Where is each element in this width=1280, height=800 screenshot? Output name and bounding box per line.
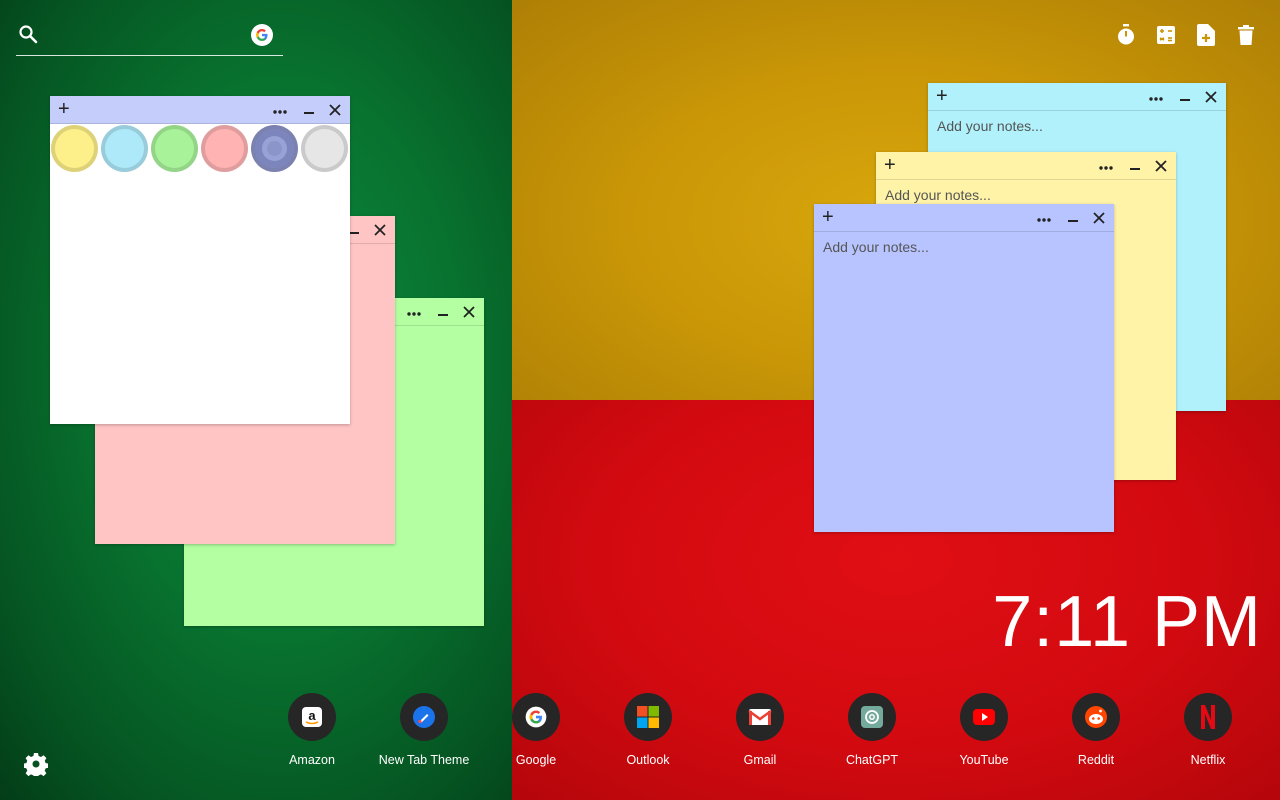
color-swatch[interactable] (101, 125, 148, 172)
minimize-icon[interactable] (438, 310, 448, 316)
google-icon (512, 693, 560, 741)
note-header: + (876, 152, 1176, 180)
chatgpt-icon (848, 693, 896, 741)
color-picker (51, 125, 348, 172)
sticky-note-lavender: + Add your notes... (814, 204, 1114, 532)
netflix-icon (1184, 693, 1232, 741)
more-options-icon[interactable] (1148, 91, 1164, 101)
svg-text:a: a (308, 708, 316, 723)
note-text-area[interactable]: Add your notes... (814, 233, 1114, 532)
shortcut-label: Outlook (626, 753, 670, 767)
search-bar (16, 20, 283, 56)
color-swatch[interactable] (251, 125, 298, 172)
shortcut-label: Google (515, 753, 557, 767)
close-icon[interactable] (1092, 211, 1106, 225)
minimize-icon[interactable] (349, 228, 359, 234)
shortcut-chatgpt[interactable]: ChatGPT (822, 693, 922, 767)
sticky-note-white: + (50, 96, 350, 424)
new-tab-theme-icon (400, 693, 448, 741)
reddit-icon (1072, 693, 1120, 741)
shortcut-new-tab-theme[interactable]: New Tab Theme (374, 693, 474, 767)
more-options-icon[interactable] (272, 104, 288, 114)
trash-icon[interactable] (1236, 24, 1256, 46)
search-input[interactable] (46, 22, 246, 50)
shortcut-reddit[interactable]: Reddit (1046, 693, 1146, 767)
close-icon[interactable] (1154, 159, 1168, 173)
more-options-icon[interactable] (1036, 212, 1052, 222)
timer-icon[interactable] (1116, 24, 1136, 46)
note-header: + (50, 96, 350, 124)
add-note-button[interactable]: + (58, 98, 70, 120)
minimize-icon[interactable] (1180, 95, 1190, 101)
more-options-icon[interactable] (406, 306, 422, 316)
shortcut-gmail[interactable]: Gmail (710, 693, 810, 767)
add-note-button[interactable]: + (822, 206, 834, 228)
google-search-icon[interactable] (251, 24, 273, 46)
microsoft-icon (624, 693, 672, 741)
shortcut-amazon[interactable]: a Amazon (262, 693, 362, 767)
shortcut-outlook[interactable]: Outlook (598, 693, 698, 767)
shortcut-label: Amazon (289, 753, 335, 767)
shortcut-google[interactable]: Google (486, 693, 586, 767)
color-swatch[interactable] (301, 125, 348, 172)
close-icon[interactable] (462, 305, 476, 319)
add-note-button[interactable]: + (884, 154, 896, 176)
shortcut-label: YouTube (959, 753, 1009, 767)
top-toolbar (1116, 24, 1256, 46)
close-icon[interactable] (328, 103, 342, 117)
amazon-icon: a (288, 693, 336, 741)
minimize-icon[interactable] (1068, 216, 1078, 222)
add-note-button[interactable]: + (936, 85, 948, 107)
minimize-icon[interactable] (304, 108, 314, 114)
color-swatch[interactable] (201, 125, 248, 172)
color-swatch[interactable] (51, 125, 98, 172)
note-header: + (814, 204, 1114, 232)
shortcut-label: New Tab Theme (378, 753, 470, 767)
clock: 7:11 PM (992, 582, 1262, 662)
more-options-icon[interactable] (1098, 160, 1114, 170)
minimize-icon[interactable] (1130, 164, 1140, 170)
close-icon[interactable] (373, 223, 387, 237)
youtube-icon (960, 693, 1008, 741)
close-icon[interactable] (1204, 90, 1218, 104)
shortcut-label: Gmail (743, 753, 777, 767)
color-swatch[interactable] (151, 125, 198, 172)
search-icon[interactable] (18, 24, 38, 49)
shortcut-label: Netflix (1190, 753, 1226, 767)
note-header: + (928, 83, 1226, 111)
shortcut-label: ChatGPT (845, 753, 899, 767)
gmail-icon (736, 693, 784, 741)
settings-gear-icon[interactable] (23, 752, 49, 779)
add-file-icon[interactable] (1196, 24, 1216, 46)
shortcut-netflix[interactable]: Netflix (1158, 693, 1258, 767)
calculator-icon[interactable] (1156, 24, 1176, 46)
shortcut-label: Reddit (1077, 753, 1115, 767)
shortcut-youtube[interactable]: YouTube (934, 693, 1034, 767)
